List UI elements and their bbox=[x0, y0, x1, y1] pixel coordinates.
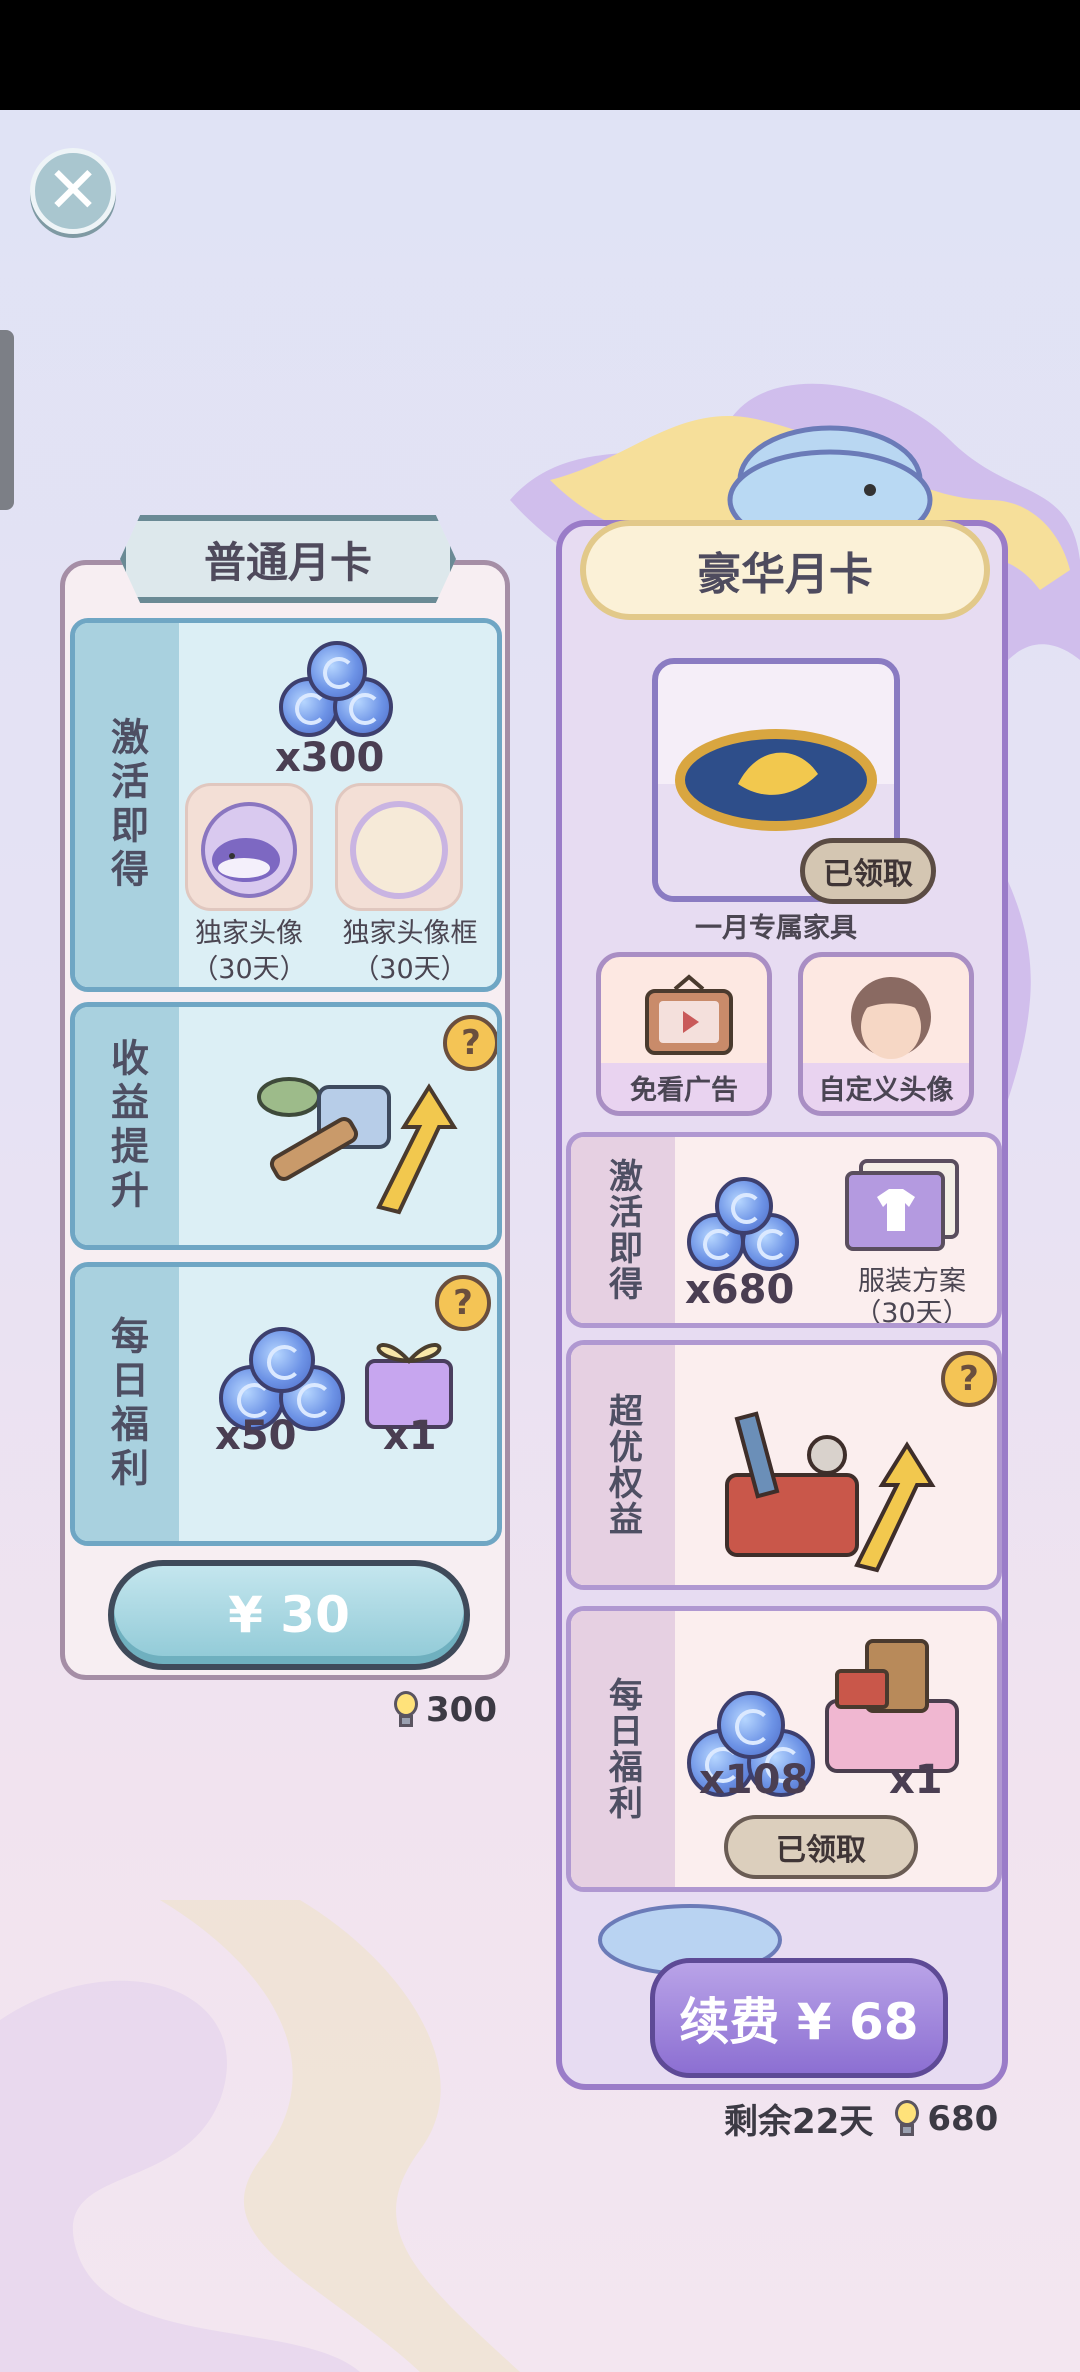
deluxe-gem-qty: x680 bbox=[685, 1267, 795, 1313]
normal-buy-button[interactable]: ¥ 30 bbox=[108, 1560, 470, 1670]
normal-daily-gem-qty: x50 bbox=[215, 1413, 297, 1459]
close-button[interactable]: ✕ bbox=[30, 148, 116, 234]
outfit-plan-icon bbox=[845, 1159, 959, 1251]
normal-activate-label: 激活即得 bbox=[104, 717, 149, 893]
tools-upgrade-icon bbox=[257, 1077, 458, 1215]
deluxe-daily-gem-qty: x108 bbox=[699, 1757, 809, 1803]
normal-bulb-reward: 300 bbox=[392, 1690, 497, 1730]
deluxe-bulb-reward: 680 bbox=[927, 2098, 999, 2139]
avatar-frame-icon bbox=[335, 783, 463, 911]
normal-card-title: 普通月卡 bbox=[120, 515, 456, 603]
normal-income-section: 收益提升 ? bbox=[70, 1002, 502, 1250]
perk-custom-avatar-tile: 自定义头像 bbox=[798, 952, 974, 1116]
side-drawer-handle[interactable] bbox=[0, 330, 14, 510]
deluxe-daily-claimed-button: 已领取 bbox=[724, 1815, 918, 1879]
lightbulb-icon bbox=[893, 2099, 921, 2138]
deluxe-card-title: 豪华月卡 bbox=[580, 520, 990, 620]
deluxe-activate-label: 激活即得 bbox=[602, 1158, 643, 1302]
normal-avatar-days: （30天） bbox=[191, 954, 307, 985]
perk-no-ads-label: 免看广告 bbox=[601, 1063, 767, 1111]
deluxe-renew-button[interactable]: 续费 ¥ 68 bbox=[650, 1958, 948, 2078]
normal-daily-section: 每日福利 x50 x1 ? bbox=[70, 1262, 502, 1546]
background-swirl-decoration bbox=[0, 1900, 520, 2372]
perk-custom-avatar-label: 自定义头像 bbox=[803, 1063, 969, 1111]
status-bar bbox=[0, 0, 1080, 110]
furniture-claimed-badge: 已领取 bbox=[800, 838, 936, 904]
whale-avatar-icon bbox=[185, 783, 313, 911]
normal-frame-days: （30天） bbox=[352, 954, 468, 985]
outfit-days: （30天） bbox=[854, 1298, 970, 1328]
deluxe-super-label: 超优权益 bbox=[602, 1393, 643, 1537]
deluxe-daily-label: 每日福利 bbox=[602, 1677, 643, 1821]
normal-avatar-label: 独家头像 bbox=[195, 918, 303, 949]
perk-no-ads-tile: 免看广告 bbox=[596, 952, 772, 1116]
deluxe-daily-gift-qty: x1 bbox=[889, 1757, 943, 1803]
deluxe-super-section: 超优权益 ? bbox=[566, 1340, 1002, 1590]
close-x-icon: ✕ bbox=[46, 154, 100, 228]
gem-cluster-icon bbox=[279, 641, 395, 741]
deluxe-super-help-icon[interactable]: ? bbox=[941, 1351, 997, 1407]
normal-income-label: 收益提升 bbox=[104, 1038, 149, 1214]
lightbulb-icon bbox=[392, 1691, 420, 1729]
normal-activate-section: 激活即得 x300 独家头像 （30天） 独家头像框 （30天） bbox=[70, 618, 502, 992]
normal-frame-label: 独家头像框 bbox=[342, 918, 478, 949]
normal-daily-label: 每日福利 bbox=[104, 1316, 149, 1492]
deluxe-remaining-days: 剩余22天 bbox=[724, 2102, 874, 2142]
custom-avatar-icon bbox=[851, 977, 931, 1059]
gem-cluster-icon bbox=[687, 1177, 803, 1277]
deluxe-remaining-row: 剩余22天 680 bbox=[724, 2094, 998, 2143]
deluxe-activate-section: 激活即得 x680 服装方案 （30天） bbox=[566, 1132, 1002, 1328]
normal-daily-help-icon[interactable]: ? bbox=[435, 1275, 491, 1331]
furniture-caption: 一月专属家具 bbox=[695, 913, 857, 944]
normal-income-help-icon[interactable]: ? bbox=[443, 1015, 497, 1071]
tv-icon bbox=[645, 974, 733, 1055]
normal-daily-gift-qty: x1 bbox=[383, 1413, 437, 1459]
normal-gem-qty: x300 bbox=[275, 735, 385, 781]
tools-basket-icon bbox=[725, 1411, 936, 1573]
